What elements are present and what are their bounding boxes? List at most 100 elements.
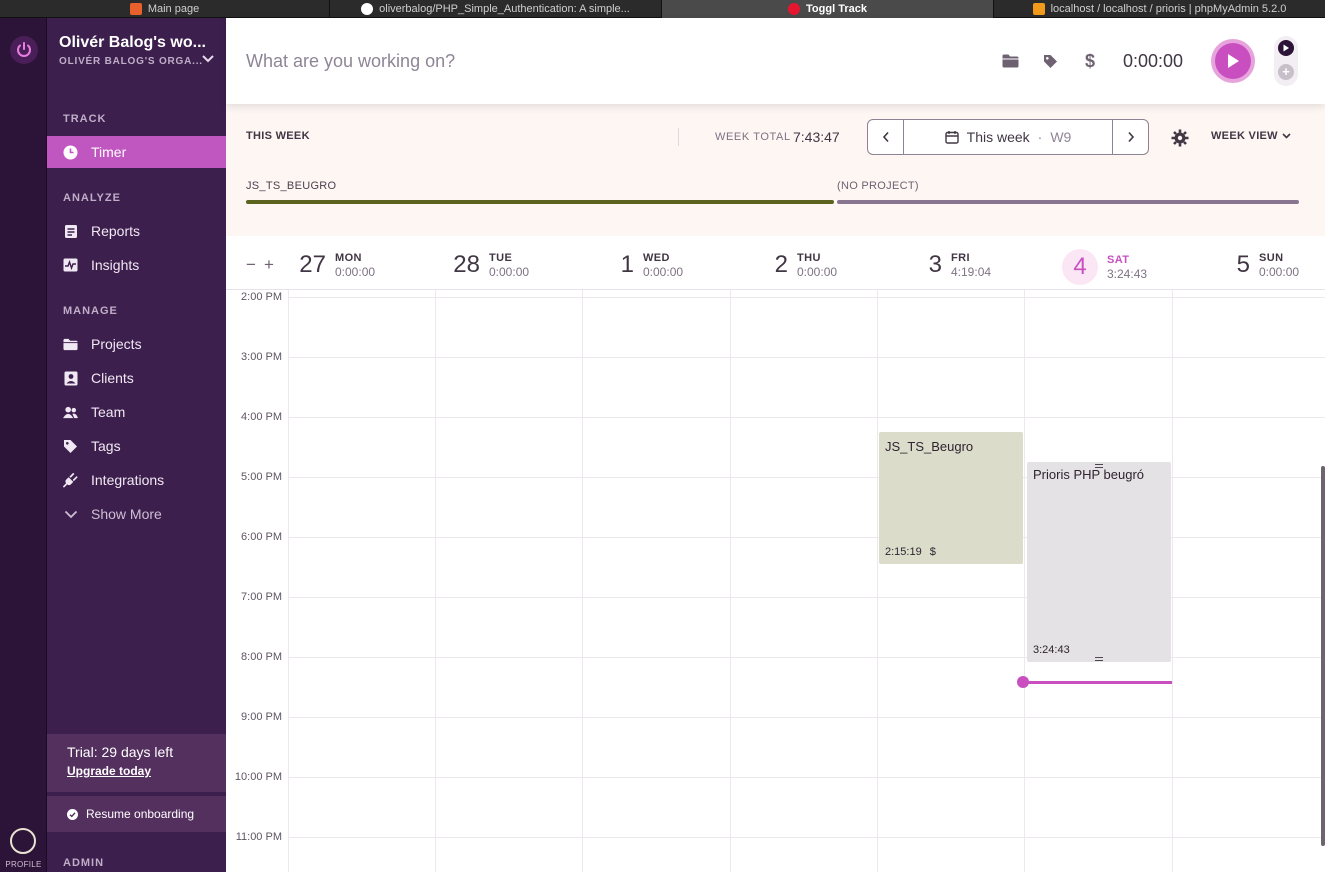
day-column-header: 1 WED 0:00:00 <box>604 251 683 279</box>
chevron-down-icon <box>1282 133 1291 139</box>
sidebar-item-label: Timer <box>91 144 127 160</box>
previous-week-button[interactable] <box>868 120 903 154</box>
billable-button[interactable]: $ <box>1080 51 1100 71</box>
plug-icon <box>63 473 78 488</box>
scrollbar[interactable] <box>1321 466 1325 846</box>
hour-label: 10:00 PM <box>234 771 282 783</box>
browser-tab-github[interactable]: oliverbalog/PHP_Simple_Authentication: A… <box>330 0 662 18</box>
project-button[interactable] <box>1000 51 1020 71</box>
week-picker[interactable]: This week · W9 <box>903 120 1113 154</box>
entry-description: Prioris PHP beugró <box>1033 467 1145 482</box>
sidebar-item-reports[interactable]: Reports <box>47 215 226 247</box>
project-summary-name: JS_TS_BEUGRO <box>246 180 337 192</box>
current-time-line <box>1024 681 1172 684</box>
power-icon <box>17 42 31 57</box>
manual-mode-button[interactable]: + <box>1278 64 1294 80</box>
folder-icon <box>1002 54 1018 68</box>
time-entry-card[interactable]: JS_TS_Beugro 2:15:19 $ <box>879 432 1023 564</box>
day-total: 0:00:00 <box>335 264 376 279</box>
sidebar-item-clients[interactable]: Clients <box>47 362 226 394</box>
workspace-switcher[interactable]: Olivér Balog's wo... OLIVÉR BALOG'S ORGA… <box>59 34 219 67</box>
browser-tab-bar: Main page oliverbalog/PHP_Simple_Authent… <box>0 0 1325 18</box>
hour-line <box>288 357 1325 358</box>
play-icon <box>1283 44 1289 52</box>
day-divider <box>582 290 583 872</box>
tag-icon <box>63 439 78 454</box>
toggl-logo-button[interactable] <box>10 36 38 64</box>
phpmyadmin-icon <box>1032 3 1045 15</box>
day-total: 0:00:00 <box>643 264 684 279</box>
browser-tab-title: oliverbalog/PHP_Simple_Authentication: A… <box>379 3 630 15</box>
browser-tab-toggl[interactable]: Toggl Track <box>662 0 994 18</box>
resume-onboarding-button[interactable]: Resume onboarding <box>47 796 226 832</box>
project-summary-bar <box>246 200 834 204</box>
sidebar-item-integrations[interactable]: Integrations <box>47 464 226 496</box>
hour-label: 11:00 PM <box>235 831 282 843</box>
sidebar-item-label: Projects <box>91 336 142 352</box>
profile-avatar[interactable] <box>10 828 36 854</box>
dollar-icon: $ <box>1084 50 1095 71</box>
resize-handle-bottom[interactable] <box>1095 657 1103 661</box>
day-header: −+ 27 MON 0:00:00 28 TUE 0:00:00 1 WED 0:00… <box>226 236 1325 290</box>
hour-label: 9:00 PM <box>241 711 282 723</box>
description-input[interactable]: What are you working on? <box>246 51 455 72</box>
day-column-header: 5 SUN 0:00:00 <box>1220 251 1299 279</box>
current-time-dot <box>1017 676 1029 688</box>
timer-mode-button[interactable] <box>1278 40 1294 56</box>
hour-label: 2:00 PM <box>241 291 282 303</box>
hour-label: 7:00 PM <box>241 591 282 603</box>
project-summary-bar <box>837 200 1299 204</box>
check-circle-icon <box>67 808 78 820</box>
calendar-grid[interactable]: 2:00 PM 3:00 PM 4:00 PM 5:00 PM 6:00 PM … <box>226 290 1325 872</box>
start-timer-button[interactable] <box>1211 39 1255 83</box>
week-view-dropdown[interactable]: WEEK VIEW <box>1211 130 1291 142</box>
main-area: What are you working on? $ 0:00:00 + THI… <box>226 18 1325 872</box>
time-entry-card[interactable]: Prioris PHP beugró 3:24:43 <box>1027 462 1171 662</box>
team-icon <box>63 405 78 420</box>
day-total: 0:00:00 <box>797 264 838 279</box>
day-number: 4 <box>1062 249 1098 285</box>
calendar-settings-button[interactable] <box>1171 129 1189 152</box>
sidebar-item-projects[interactable]: Projects <box>47 328 226 360</box>
sidebar-item-team[interactable]: Team <box>47 396 226 428</box>
hour-label: 5:00 PM <box>241 471 282 483</box>
zoom-controls: −+ <box>246 255 282 275</box>
sidebar-item-tags[interactable]: Tags <box>47 430 226 462</box>
sidebar-show-more[interactable]: Show More <box>47 498 226 530</box>
day-total: 3:24:43 <box>1107 266 1148 281</box>
browser-tab-phpmyadmin[interactable]: localhost / localhost / prioris | phpMyA… <box>994 0 1325 18</box>
client-icon <box>63 371 78 386</box>
trial-banner: Trial: 29 days left Upgrade today <box>47 734 226 792</box>
gear-icon <box>1171 129 1189 147</box>
resize-handle-top[interactable] <box>1095 464 1103 468</box>
week-view-label: WEEK VIEW <box>1211 130 1278 142</box>
day-name: WED <box>643 251 670 264</box>
week-label: This week <box>966 129 1030 145</box>
billable-icon: $ <box>929 546 936 558</box>
sidebar: Olivér Balog's wo... OLIVÉR BALOG'S ORGA… <box>47 18 226 872</box>
chevron-left-icon <box>882 131 889 143</box>
day-name: THU <box>797 251 821 264</box>
day-name: SAT <box>1107 253 1130 266</box>
upgrade-link[interactable]: Upgrade today <box>67 764 206 778</box>
zoom-in-button[interactable]: + <box>264 255 282 274</box>
sidebar-item-insights[interactable]: Insights <box>47 249 226 281</box>
entry-duration: 3:24:43 <box>1033 644 1070 656</box>
next-week-button[interactable] <box>1113 120 1148 154</box>
browser-tab-title: Toggl Track <box>806 3 867 15</box>
day-name: SUN <box>1259 251 1284 264</box>
day-name: MON <box>335 251 362 264</box>
zoom-out-button[interactable]: − <box>246 255 264 274</box>
sidebar-item-timer[interactable]: Timer <box>47 136 226 168</box>
day-column-header: 28 TUE 0:00:00 <box>450 251 529 279</box>
hour-line <box>288 297 1325 298</box>
section-analyze: ANALYZE <box>63 192 121 204</box>
timer-bar: What are you working on? $ 0:00:00 + <box>226 18 1325 104</box>
week-total-value: 7:43:47 <box>793 129 840 145</box>
browser-tab-main-page[interactable]: Main page <box>0 0 330 18</box>
day-name: FRI <box>951 251 970 264</box>
entry-description: JS_TS_Beugro <box>885 439 974 454</box>
trial-text: Trial: 29 days left <box>67 744 174 760</box>
tags-button[interactable] <box>1040 51 1060 71</box>
hour-line <box>288 717 1325 718</box>
